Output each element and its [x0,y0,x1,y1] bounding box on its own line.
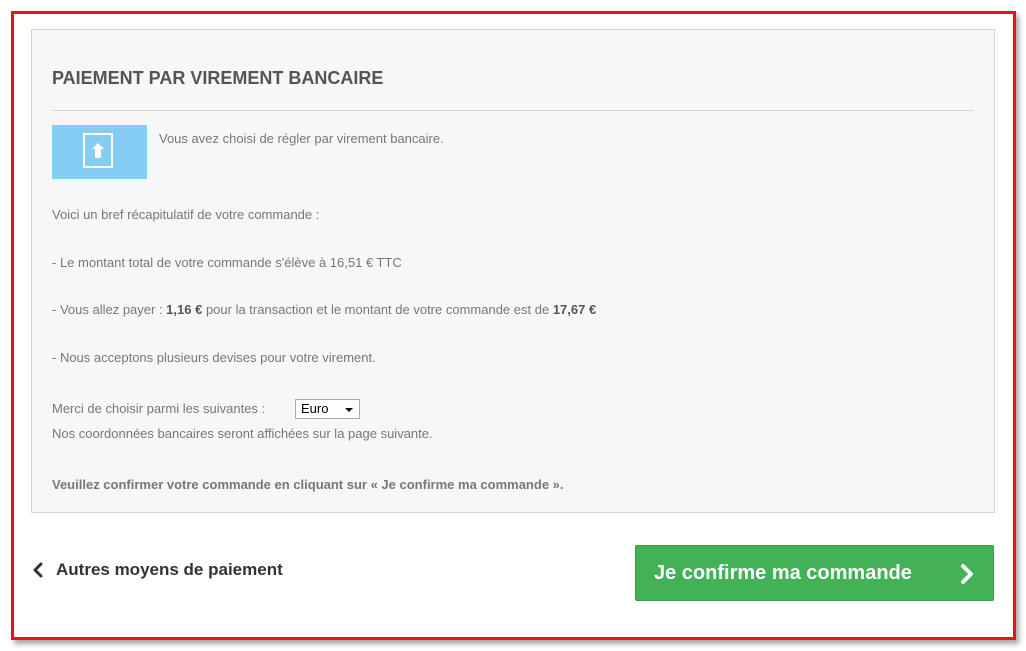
intro-text: Vous avez choisi de régler par virement … [159,131,444,146]
back-link-label: Autres moyens de paiement [56,560,283,579]
confirm-instruction: Veuillez confirmer votre commande en cli… [52,477,564,492]
confirm-order-button[interactable]: Je confirme ma commande [635,545,994,601]
other-payment-methods-link[interactable]: Autres moyens de paiement [33,560,283,580]
transaction-fee: 1,16 € [166,302,203,317]
total-amount-line: - Le montant total de votre commande s'é… [52,255,402,270]
page-title: PAIEMENT PAR VIREMENT BANCAIRE [52,68,384,88]
title-divider [52,110,974,111]
bank-details-note: Nos coordonnées bancaires seront affiché… [52,426,433,441]
chevron-left-icon [33,562,43,578]
order-total: 17,67 € [552,302,597,317]
currency-selected-value: Euro [301,401,329,416]
bankwire-logo [52,125,147,179]
chevron-right-icon [961,564,973,584]
upload-arrow-icon [83,133,113,168]
currency-label: Merci de choisir parmi les suivantes : [52,401,266,416]
currency-select[interactable]: Euro [295,399,360,419]
payment-panel: PAIEMENT PAR VIREMENT BANCAIRE Vous avez… [31,29,995,513]
currencies-line: - Nous acceptons plusieurs devises pour … [52,350,376,365]
screenshot-frame: PAIEMENT PAR VIREMENT BANCAIRE Vous avez… [11,11,1016,640]
dropdown-caret-icon [345,408,353,412]
payment-line: - Vous allez payer : 1,16 € pour la tran… [52,302,596,318]
payment-middle: pour la transaction et le montant de vot… [202,302,553,317]
payment-prefix: - Vous allez payer : [52,302,167,317]
confirm-button-label: Je confirme ma commande [654,562,912,584]
summary-intro: Voici un bref récapitulatif de votre com… [52,207,320,222]
